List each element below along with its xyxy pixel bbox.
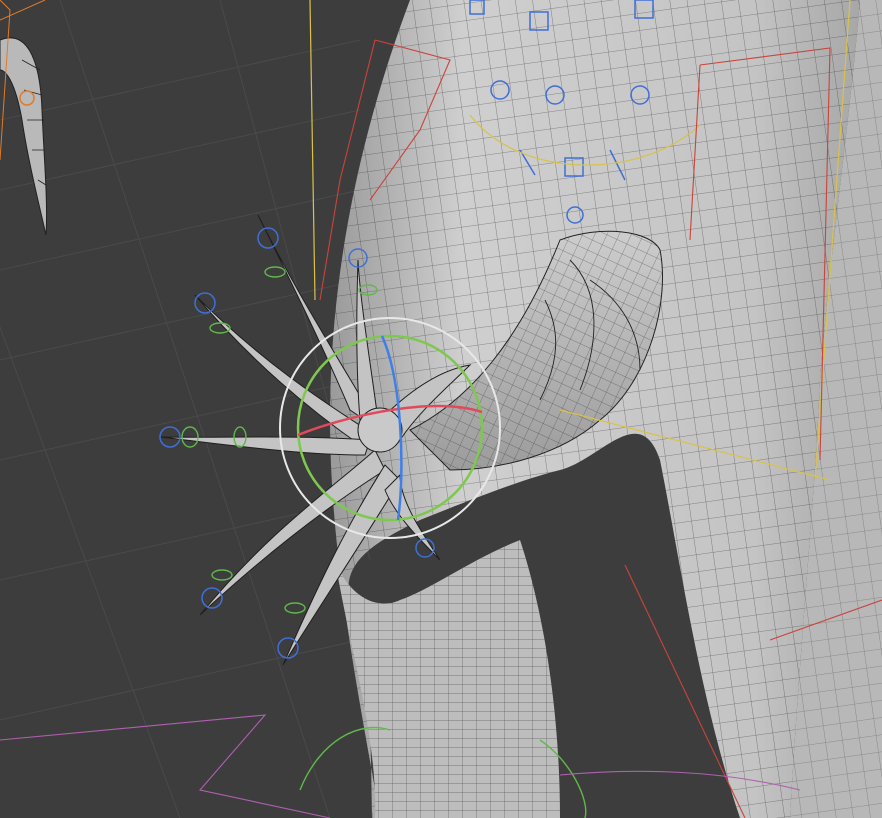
3d-viewport[interactable] xyxy=(0,0,882,818)
background-tentacle xyxy=(0,0,48,236)
viewport-canvas[interactable] xyxy=(0,0,882,818)
